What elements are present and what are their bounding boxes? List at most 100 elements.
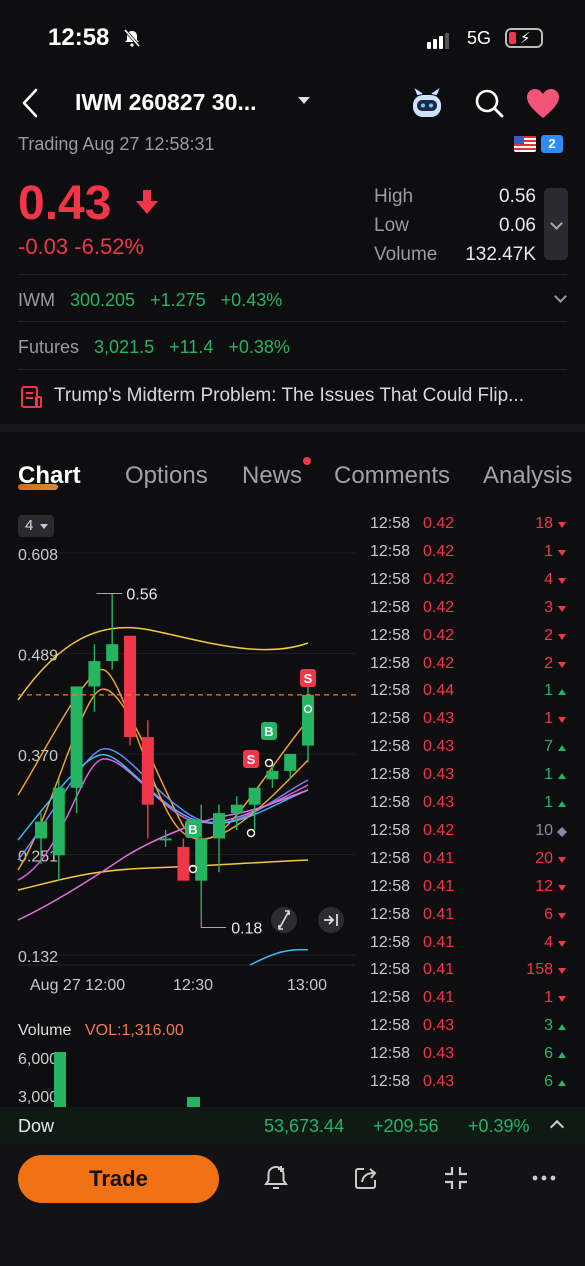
- volume-indicator-value: VOL:1,316.00: [85, 1022, 184, 1039]
- y-tick-label: 0.489: [18, 648, 58, 665]
- chevron-down-icon[interactable]: [554, 290, 567, 303]
- underlying-symbol: IWM: [18, 290, 55, 310]
- tick-direction-icon: [558, 856, 566, 863]
- favorite-heart-icon[interactable]: [526, 88, 560, 120]
- search-icon[interactable]: [473, 87, 505, 119]
- tick-price: 0.43: [423, 710, 455, 728]
- signal-dot: [246, 828, 256, 838]
- futures-row[interactable]: Futures 3,021.5 +11.4 +0.38%: [18, 337, 300, 358]
- trade-button[interactable]: Trade: [18, 1155, 219, 1203]
- low-value: 0.06: [499, 215, 536, 236]
- tick-row: 12:58 0.42 18: [370, 515, 567, 543]
- tick-direction-icon: [558, 968, 566, 975]
- volume-label: Volume: [374, 244, 438, 265]
- tick-row: 12:58 0.42 3: [370, 599, 567, 627]
- tick-direction-icon: [558, 717, 566, 724]
- low-label: Low: [374, 215, 409, 236]
- title-dropdown-icon[interactable]: [298, 97, 310, 104]
- tick-price: 0.42: [423, 598, 455, 616]
- share-icon[interactable]: [351, 1163, 381, 1193]
- tick-direction-icon: [558, 689, 566, 696]
- tab-analysis[interactable]: Analysis: [483, 462, 572, 490]
- tick-row: 12:58 0.41 158: [370, 961, 567, 989]
- svg-text:S: S: [304, 671, 313, 686]
- battery-icon: ⚡: [505, 28, 543, 48]
- tab-comments[interactable]: Comments: [334, 462, 450, 490]
- price-alert-icon[interactable]: [261, 1163, 291, 1193]
- dow-change-pct: +0.39%: [468, 1116, 530, 1136]
- back-arrow-icon[interactable]: [16, 86, 44, 120]
- y-tick-label: 0.132: [18, 949, 58, 966]
- tick-row: 12:58 0.43 1: [370, 766, 567, 794]
- tick-row: 12:58 0.41 1: [370, 989, 567, 1017]
- last-price: 0.43: [18, 177, 112, 230]
- lower-band-line: [249, 948, 309, 966]
- tick-time: 12:58: [370, 1017, 411, 1035]
- period-selector[interactable]: 4: [18, 515, 54, 537]
- tick-time: 12:58: [370, 598, 411, 616]
- tick-volume: 6: [544, 1045, 553, 1063]
- sell-signal-marker[interactable]: S: [300, 669, 316, 687]
- tick-direction-icon: [558, 1080, 566, 1086]
- expand-chart-icon[interactable]: [271, 907, 297, 933]
- underlying-price: 300.205: [70, 290, 136, 310]
- contract-title[interactable]: IWM 260827 30...: [75, 89, 257, 116]
- svg-text:B: B: [264, 724, 273, 739]
- futures-change: +11.4: [169, 337, 214, 357]
- tab-news[interactable]: News: [242, 462, 302, 490]
- tick-volume: 3: [544, 1017, 553, 1035]
- tick-time: 12:58: [370, 626, 411, 644]
- tick-row: 12:58 0.41 6: [370, 906, 567, 934]
- buy-signal-marker[interactable]: B: [185, 820, 201, 838]
- tick-direction-icon: [558, 1052, 566, 1059]
- tick-price: 0.41: [423, 933, 455, 951]
- tick-price: 0.41: [423, 849, 455, 867]
- news-headline[interactable]: Trump's Midterm Problem: The Issues That…: [54, 385, 554, 407]
- tick-volume: 4: [544, 570, 553, 588]
- tick-direction-icon: [558, 912, 566, 919]
- tick-volume: 6: [544, 905, 553, 923]
- futures-label: Futures: [18, 337, 80, 357]
- tick-volume: 2: [544, 626, 553, 644]
- candle-body: [266, 770, 279, 780]
- high-value: 0.56: [499, 186, 536, 207]
- tick-volume: 7: [544, 738, 553, 756]
- stats-expand-button[interactable]: [544, 188, 568, 260]
- tick-time: 12:58: [370, 933, 411, 951]
- signal-icon: [427, 31, 451, 49]
- tick-price: 0.43: [423, 1045, 455, 1063]
- candle-body: [141, 737, 154, 805]
- underlying-row[interactable]: IWM 300.205 +1.275 +0.43%: [18, 290, 292, 311]
- x-tick-label: Aug 27 12:00: [30, 977, 125, 994]
- jump-to-latest-icon[interactable]: [318, 907, 344, 933]
- tick-direction-icon: [558, 940, 566, 947]
- tab-options[interactable]: Options: [125, 462, 208, 490]
- y-tick-label: 0.608: [18, 547, 58, 564]
- tick-price: 0.41: [423, 989, 455, 1007]
- sell-signal-marker[interactable]: S: [243, 750, 259, 768]
- buy-signal-marker[interactable]: B: [261, 722, 277, 740]
- tick-row: 12:58 0.42 2: [370, 655, 567, 683]
- svg-text:S: S: [247, 752, 256, 767]
- candle-body: [106, 644, 119, 662]
- tick-volume: 1: [544, 989, 553, 1007]
- tick-time: 12:58: [370, 989, 411, 1007]
- tick-price: 0.42: [423, 515, 455, 532]
- price-change: -0.03 -6.52%: [18, 234, 144, 259]
- candle-body: [230, 804, 243, 814]
- tick-price: 0.42: [423, 654, 455, 672]
- svg-text:B: B: [188, 822, 197, 837]
- candlestick-chart[interactable]: 0.6080.4890.3700.2510.132Aug 27 12:00 12:…: [0, 540, 360, 1000]
- tick-row: 12:58 0.42 2: [370, 627, 567, 655]
- tick-direction-icon: [558, 745, 566, 752]
- tick-direction-icon: [558, 549, 566, 556]
- y-tick-label: 0.370: [18, 748, 58, 765]
- tab-chart[interactable]: Chart: [18, 462, 81, 490]
- ai-assistant-icon[interactable]: [410, 87, 444, 121]
- more-icon[interactable]: [529, 1163, 559, 1193]
- high-label: High: [374, 186, 414, 207]
- tick-time: 12:58: [370, 821, 411, 839]
- level2-badge: 2: [541, 135, 563, 153]
- fullscreen-collapse-icon[interactable]: [441, 1163, 471, 1193]
- tick-volume: 6: [544, 1073, 553, 1090]
